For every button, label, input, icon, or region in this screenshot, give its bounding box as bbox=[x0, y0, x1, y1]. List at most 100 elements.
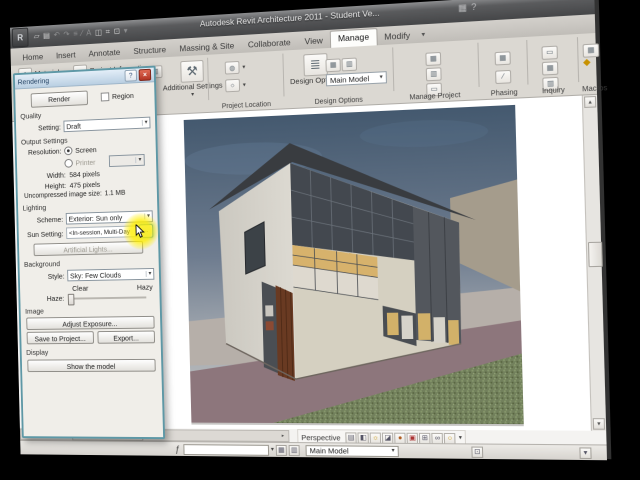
height-value: 475 pixels bbox=[69, 179, 101, 190]
crop-view-icon[interactable]: ▣ bbox=[406, 432, 419, 444]
add-to-set-icon[interactable]: ▦ bbox=[325, 53, 341, 72]
chevron-down-icon: ▾ bbox=[191, 91, 195, 98]
export-button[interactable]: Export... bbox=[97, 330, 156, 344]
status-bar: ƒ ▾ ▦ ▥ Main Model ▾ ⊡ ▾ bbox=[20, 439, 608, 461]
application-menu-button[interactable]: R bbox=[11, 27, 29, 48]
detail-level-icon[interactable]: ▤ bbox=[345, 431, 357, 444]
black-background: { "window": { "title": "Autodesk Revit A… bbox=[0, 0, 640, 480]
show-crop-region-icon[interactable]: ⊞ bbox=[419, 432, 431, 444]
panel-label-macros[interactable]: Macros bbox=[573, 84, 617, 94]
panel-separator bbox=[526, 39, 529, 85]
scroll-right-icon[interactable]: ▸ bbox=[278, 432, 287, 440]
pick-to-edit-icon[interactable]: ▥ bbox=[341, 52, 358, 71]
active-design-option-dropdown[interactable]: Main Model ▾ bbox=[325, 71, 387, 87]
display-heading: Display bbox=[26, 347, 49, 357]
dialog-close-button[interactable]: × bbox=[138, 68, 152, 82]
macro-security-icon[interactable]: ◆ bbox=[583, 56, 591, 68]
vertical-scrollbar[interactable]: ▴ ▾ bbox=[581, 94, 607, 431]
view-scale-label[interactable]: Perspective bbox=[301, 433, 340, 442]
chevron-down-icon[interactable]: ▾ bbox=[459, 435, 462, 441]
show-the-model-button[interactable]: Show the model bbox=[27, 358, 156, 373]
phase-filter-icon[interactable]: ⁄ bbox=[495, 65, 512, 85]
region-checkbox[interactable] bbox=[100, 92, 110, 102]
location-icon: ◍ bbox=[224, 60, 240, 75]
haze-slider-thumb[interactable] bbox=[67, 293, 75, 305]
undo-icon[interactable]: ↶ bbox=[54, 30, 60, 39]
visual-style-icon[interactable]: ◧ bbox=[357, 431, 370, 444]
resolution-screen-radio[interactable] bbox=[64, 146, 73, 156]
additional-settings-button[interactable]: ⚒ Additional Settings ▾ bbox=[162, 59, 223, 99]
panel-separator bbox=[392, 47, 395, 92]
chevron-down-icon: ▾ bbox=[391, 447, 395, 455]
lighting-scheme-dropdown[interactable]: Exterior: Sun only ▾ bbox=[65, 210, 153, 225]
location-button[interactable]: ◍ ▾ bbox=[224, 60, 246, 75]
signin-icon[interactable]: ▦ bbox=[458, 2, 467, 13]
redo-icon[interactable]: ↷ bbox=[63, 30, 69, 39]
resolution-printer-radio[interactable] bbox=[64, 158, 73, 168]
show-rendering-dialog-icon[interactable]: ● bbox=[394, 432, 406, 444]
save-to-project-button[interactable]: Save to Project... bbox=[26, 331, 94, 345]
dialog-help-button[interactable]: ? bbox=[124, 69, 138, 82]
scroll-down-icon[interactable]: ▾ bbox=[592, 418, 606, 430]
screen: R ▱ ▤ ↶ ↷ ≡ ⁄ A ◫ ⌗ ⊡ ▾ Autodesk Revit A… bbox=[9, 0, 608, 461]
position-icon: ☼ bbox=[225, 78, 241, 93]
selection-toggle[interactable]: ▾ bbox=[579, 446, 592, 459]
panel-toggle-icon[interactable]: ▾ bbox=[421, 30, 425, 42]
chevron-down-icon[interactable]: ▾ bbox=[271, 447, 274, 453]
temporary-hide-isolate-icon[interactable]: ∞ bbox=[431, 432, 444, 444]
chevron-down-icon[interactable]: ▾ bbox=[124, 26, 128, 35]
exclude-options-toggle[interactable]: ⊡ bbox=[471, 446, 484, 458]
setting-label: Setting: bbox=[38, 122, 61, 132]
rendering-dialog: Rendering ? × Render Region Quality Sett… bbox=[12, 65, 166, 440]
clear-label: Clear bbox=[72, 283, 89, 293]
design-options-icon: ≣ bbox=[302, 53, 328, 77]
worksets-toggle[interactable]: ▥ bbox=[288, 444, 300, 456]
rendered-3d-view[interactable] bbox=[183, 104, 524, 427]
hazy-label: Hazy bbox=[136, 282, 153, 292]
haze-slider[interactable] bbox=[67, 293, 147, 305]
adjust-exposure-button[interactable]: Adjust Exposure... bbox=[26, 315, 155, 330]
status-input[interactable] bbox=[183, 443, 270, 456]
menu-icon[interactable]: ≡ bbox=[73, 29, 78, 38]
printer-label: Printer bbox=[75, 157, 96, 167]
quality-setting-dropdown[interactable]: Draft ▾ bbox=[63, 116, 151, 133]
sun-path-icon[interactable]: ☼ bbox=[369, 432, 382, 444]
section-icon[interactable]: ⌗ bbox=[106, 27, 110, 36]
sun-setting-value[interactable]: <In-session, Multi-Day bbox=[66, 225, 138, 239]
save-icon[interactable]: ▤ bbox=[43, 31, 50, 40]
open-icon[interactable]: ▱ bbox=[34, 32, 40, 41]
uncompressed-size-label: Uncompressed image size: bbox=[24, 190, 102, 200]
shadows-icon[interactable]: ◪ bbox=[382, 432, 394, 444]
width-value: 584 pixels bbox=[69, 169, 100, 180]
phases-button[interactable]: ▦ bbox=[494, 46, 511, 65]
region-label: Region bbox=[111, 91, 134, 101]
filter-icon: ƒ bbox=[174, 444, 180, 454]
image-heading: Image bbox=[25, 306, 44, 316]
additional-settings-icon: ⚒ bbox=[180, 59, 204, 83]
3d-view-icon[interactable]: ◫ bbox=[95, 28, 102, 37]
resolution-label: Resolution: bbox=[27, 146, 62, 157]
reveal-hidden-elements-icon[interactable]: ○ bbox=[443, 432, 456, 444]
editable-only-toggle[interactable]: ▦ bbox=[275, 444, 287, 456]
screen-label: Screen bbox=[75, 145, 97, 155]
chevron-down-icon: ▾ bbox=[145, 270, 152, 277]
artificial-lights-button: Artificial Lights... bbox=[33, 240, 144, 257]
sync-icon[interactable]: ⊡ bbox=[114, 27, 121, 36]
render-button[interactable]: Render bbox=[30, 90, 88, 108]
vertical-scroll-thumb[interactable] bbox=[587, 241, 603, 268]
sun-setting-browse-button[interactable]: ... bbox=[138, 224, 154, 239]
measure-icon[interactable]: ⁄ bbox=[81, 29, 82, 38]
active-design-option-status-dropdown[interactable]: Main Model ▾ bbox=[305, 444, 399, 457]
position-button[interactable]: ☼ ▾ bbox=[225, 78, 246, 93]
macro-manager-button[interactable]: ▦ bbox=[582, 38, 600, 58]
infocenter: ▦ ? bbox=[456, 2, 479, 13]
quick-access-toolbar: ▱ ▤ ↶ ↷ ≡ ⁄ A ◫ ⌗ ⊡ ▾ bbox=[32, 26, 130, 41]
chevron-down-icon: ▾ bbox=[242, 81, 246, 89]
chevron-down-icon: ▾ bbox=[141, 119, 148, 126]
text-icon[interactable]: A bbox=[86, 28, 91, 37]
chevron-down-icon: ▾ bbox=[135, 157, 142, 164]
scroll-up-icon[interactable]: ▴ bbox=[583, 95, 597, 109]
height-label: Height: bbox=[44, 181, 67, 191]
background-style-dropdown[interactable]: Sky: Few Clouds ▾ bbox=[67, 267, 155, 282]
help-icon[interactable]: ? bbox=[471, 2, 477, 13]
